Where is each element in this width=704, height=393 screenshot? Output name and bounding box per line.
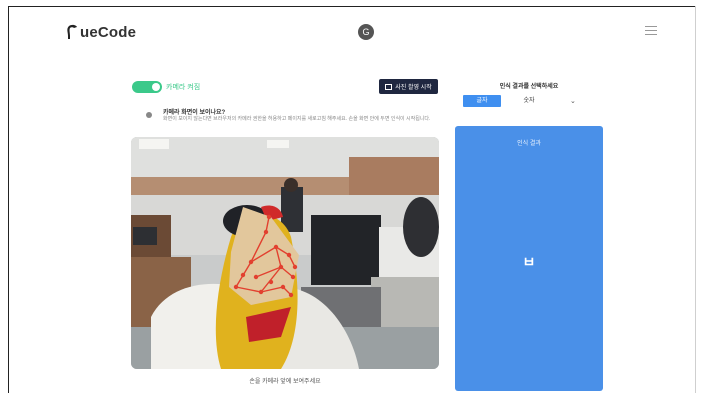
tab-letters[interactable]: 글자 bbox=[463, 95, 501, 107]
logo-text: ueCode bbox=[80, 23, 137, 41]
logo-mark-icon bbox=[66, 24, 78, 40]
info-title: 카메라 화면이 보이나요? bbox=[163, 110, 226, 116]
capture-button-label: 사진 촬영 시작 bbox=[395, 85, 432, 91]
app-logo[interactable]: ueCode bbox=[66, 22, 136, 42]
result-panel: 인식 결과 ㅂ bbox=[455, 126, 603, 391]
result-panel-label: 인식 결과 bbox=[517, 141, 541, 147]
result-title: 인식 결과를 선택하세요 bbox=[499, 84, 559, 90]
info-description: 화면이 보이지 않는다면 브라우저의 카메라 권한을 허용하고 페이지를 새로고… bbox=[163, 116, 431, 122]
capture-button[interactable]: 사진 촬영 시작 bbox=[379, 79, 438, 94]
tab-numbers[interactable]: 숫자 bbox=[516, 95, 542, 107]
hamburger-icon[interactable] bbox=[645, 26, 657, 36]
info-icon bbox=[146, 112, 152, 118]
chevron-down-icon[interactable]: ⌄ bbox=[570, 97, 576, 105]
camera-toggle[interactable] bbox=[132, 81, 162, 93]
image-icon bbox=[385, 83, 393, 90]
recognized-character: ㅂ bbox=[522, 254, 536, 270]
video-caption: 손을 카메라 앞에 보여주세요 bbox=[249, 379, 321, 385]
page-frame-right bbox=[695, 6, 696, 393]
camera-toggle-label: 카메라 켜짐 bbox=[166, 84, 201, 91]
page-frame-top bbox=[8, 6, 696, 7]
page-frame-left bbox=[8, 6, 9, 393]
profile-badge[interactable]: G bbox=[358, 24, 374, 40]
camera-feed bbox=[131, 137, 439, 369]
